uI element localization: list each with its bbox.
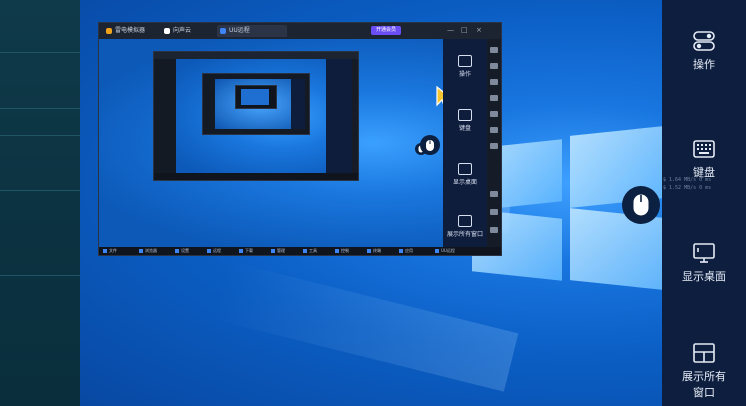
side-item-keyboard[interactable]: 键盘 <box>662 138 746 180</box>
stats-line: $ 1.52 MB/s 0 ms <box>663 185 712 191</box>
nested-side-label: 显示桌面 <box>452 179 477 186</box>
toolbar-icon[interactable] <box>490 111 498 117</box>
divider <box>0 108 80 109</box>
nested-vertical-toolbar <box>487 39 501 247</box>
divider <box>0 275 80 276</box>
taskbar-item[interactable]: 浏览器 <box>139 248 157 254</box>
nested-remote-window[interactable]: 雷电模拟器 向声云 UU远程 开通会员 — □ × 操作 键盘 显示桌面 展示所… <box>98 22 502 256</box>
close-button[interactable]: × <box>476 26 482 35</box>
app-icon <box>220 28 226 34</box>
mouse-toggle-button[interactable] <box>622 186 660 224</box>
stats-line: $ 1.64 MB/s 0 ms <box>663 177 712 183</box>
maximize-button[interactable]: □ <box>461 26 468 35</box>
taskbar-item[interactable]: 下载 <box>239 248 253 254</box>
nested-side-label: 展示所有窗口 <box>446 231 483 238</box>
taskbar-item[interactable]: 管理 <box>271 248 285 254</box>
tab-label: 向声云 <box>173 27 192 34</box>
toolbar-icon[interactable] <box>490 47 498 53</box>
nested-side-item-keyboard[interactable]: 键盘 <box>443 109 487 132</box>
cursor-icon <box>436 85 443 107</box>
nested-side-item-operate[interactable]: 操作 <box>443 55 487 78</box>
app-icon <box>164 28 170 34</box>
divider <box>0 52 80 53</box>
nested-side-item-show-desktop[interactable]: 显示桌面 <box>443 163 487 186</box>
toggle-icon <box>692 30 716 52</box>
windows-grid-icon <box>692 342 716 364</box>
divider <box>0 135 80 136</box>
tab-xiangshengyun[interactable]: 向声云 <box>161 25 223 37</box>
tab-leidian[interactable]: 雷电模拟器 <box>103 25 165 37</box>
nested-side-label: 键盘 <box>458 125 471 132</box>
side-item-label: 窗口 <box>693 386 715 399</box>
tab-label: UU远程 <box>229 27 250 34</box>
vip-badge[interactable]: 开通会员 <box>371 26 401 35</box>
taskbar-item[interactable]: 设置 <box>175 248 189 254</box>
keyboard-icon <box>692 138 716 160</box>
taskbar-item[interactable]: 文件 <box>103 248 117 254</box>
divider <box>0 190 80 191</box>
toolbar-icon[interactable] <box>490 143 498 149</box>
left-panel-strip <box>0 0 80 406</box>
mouse-toggle-small[interactable] <box>420 135 440 155</box>
monitor-icon <box>692 242 716 264</box>
minimize-button[interactable]: — <box>447 26 454 35</box>
toolbar-icon[interactable] <box>490 127 498 133</box>
toolbar-icon[interactable] <box>490 63 498 69</box>
remote-tab-bar: 雷电模拟器 向声云 UU远程 开通会员 — □ × <box>99 23 501 39</box>
taskbar-item[interactable]: 远程 <box>207 248 221 254</box>
nested-window-level4 <box>235 85 277 109</box>
side-item-show-desktop[interactable]: 显示桌面 <box>662 242 746 284</box>
nested-side-label: 操作 <box>458 71 471 78</box>
nested-taskbar: 文件 浏览器 设置 远程 下载 管理 工具 控制 终端 应用 UU远程 <box>99 247 501 255</box>
taskbar-item[interactable]: 应用 <box>399 248 413 254</box>
taskbar-item[interactable]: UU远程 <box>435 248 455 254</box>
side-item-show-all-windows[interactable]: 展示所有 窗口 <box>662 342 746 400</box>
side-item-label: 显示桌面 <box>682 270 726 283</box>
tab-label: 雷电模拟器 <box>115 27 146 34</box>
nested-side-item-all-windows[interactable]: 展示所有窗口 <box>443 215 487 238</box>
back-icon[interactable] <box>490 191 498 197</box>
side-item-operate[interactable]: 操作 <box>662 30 746 72</box>
taskbar-item[interactable]: 工具 <box>303 248 317 254</box>
nested-window-level3 <box>202 73 310 135</box>
side-item-label: 操作 <box>693 58 715 71</box>
recent-icon[interactable] <box>490 227 498 233</box>
toolbar-icon[interactable] <box>490 79 498 85</box>
nested-side-panel: 操作 键盘 显示桌面 展示所有窗口 <box>443 39 487 247</box>
taskbar-item[interactable]: 终端 <box>367 248 381 254</box>
toolbar-icon[interactable] <box>490 95 498 101</box>
home-icon[interactable] <box>490 209 498 215</box>
remote-control-panel: 操作 键盘 显示桌面 展示所有 窗口 <box>662 0 746 406</box>
connection-stats: $ 1.64 MB/s 0 ms $ 1.52 MB/s 0 ms <box>663 176 711 192</box>
app-icon <box>106 28 112 34</box>
tab-uu-remote[interactable]: UU远程 <box>217 25 287 37</box>
nested-desktop[interactable] <box>99 39 443 247</box>
mouse-icon <box>633 194 649 216</box>
nested-window-level2 <box>153 51 359 181</box>
side-item-label: 展示所有 <box>682 370 726 383</box>
taskbar-item[interactable]: 控制 <box>335 248 349 254</box>
mouse-icon <box>426 139 434 151</box>
